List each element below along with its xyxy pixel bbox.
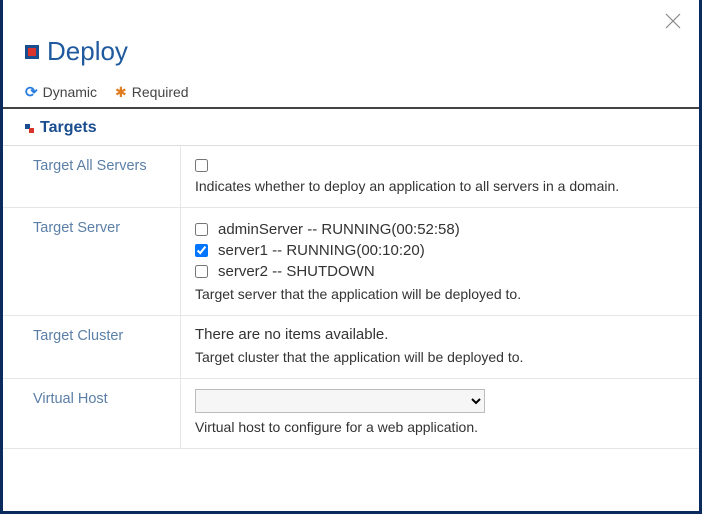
- legend-bar: ⟳ Dynamic ✱ Required: [3, 81, 699, 109]
- target-server-checkbox-adminserver[interactable]: [195, 223, 208, 236]
- label-target-server: Target Server: [3, 208, 181, 315]
- help-virtual-host: Virtual host to configure for a web appl…: [195, 417, 677, 438]
- label-virtual-host: Virtual Host: [3, 379, 181, 448]
- legend-required: ✱ Required: [115, 83, 189, 101]
- target-server-option: server1 -- RUNNING(00:10:20): [218, 242, 425, 259]
- target-all-servers-checkbox[interactable]: [195, 159, 208, 172]
- field-target-cluster: Target Cluster There are no items availa…: [3, 316, 699, 379]
- section-targets-header: Targets: [3, 109, 699, 146]
- deploy-icon: [25, 45, 39, 59]
- field-target-all-servers: Target All Servers Indicates whether to …: [3, 146, 699, 208]
- dialog-header: Deploy: [3, 0, 699, 81]
- label-target-cluster: Target Cluster: [3, 316, 181, 378]
- target-server-option: server2 -- SHUTDOWN: [218, 263, 375, 280]
- section-title: Targets: [40, 119, 97, 137]
- legend-dynamic-label: Dynamic: [43, 84, 97, 100]
- legend-required-label: Required: [132, 84, 189, 100]
- target-server-checkbox-server2[interactable]: [195, 265, 208, 278]
- help-target-server: Target server that the application will …: [195, 284, 677, 305]
- target-cluster-empty: There are no items available.: [195, 326, 677, 343]
- field-target-server: Target Server adminServer -- RUNNING(00:…: [3, 208, 699, 316]
- asterisk-icon: ✱: [115, 84, 127, 101]
- virtual-host-select[interactable]: [195, 389, 485, 413]
- targets-icon: [25, 124, 34, 133]
- field-virtual-host: Virtual Host Virtual host to configure f…: [3, 379, 699, 449]
- dialog-title: Deploy: [47, 36, 128, 67]
- target-server-checkbox-server1[interactable]: [195, 244, 208, 257]
- target-server-option: adminServer -- RUNNING(00:52:58): [218, 221, 460, 238]
- help-target-all-servers: Indicates whether to deploy an applicati…: [195, 176, 677, 197]
- help-target-cluster: Target cluster that the application will…: [195, 347, 677, 368]
- close-icon[interactable]: [665, 12, 681, 35]
- legend-dynamic: ⟳ Dynamic: [25, 83, 97, 101]
- label-target-all-servers: Target All Servers: [3, 146, 181, 207]
- refresh-icon: ⟳: [25, 83, 38, 101]
